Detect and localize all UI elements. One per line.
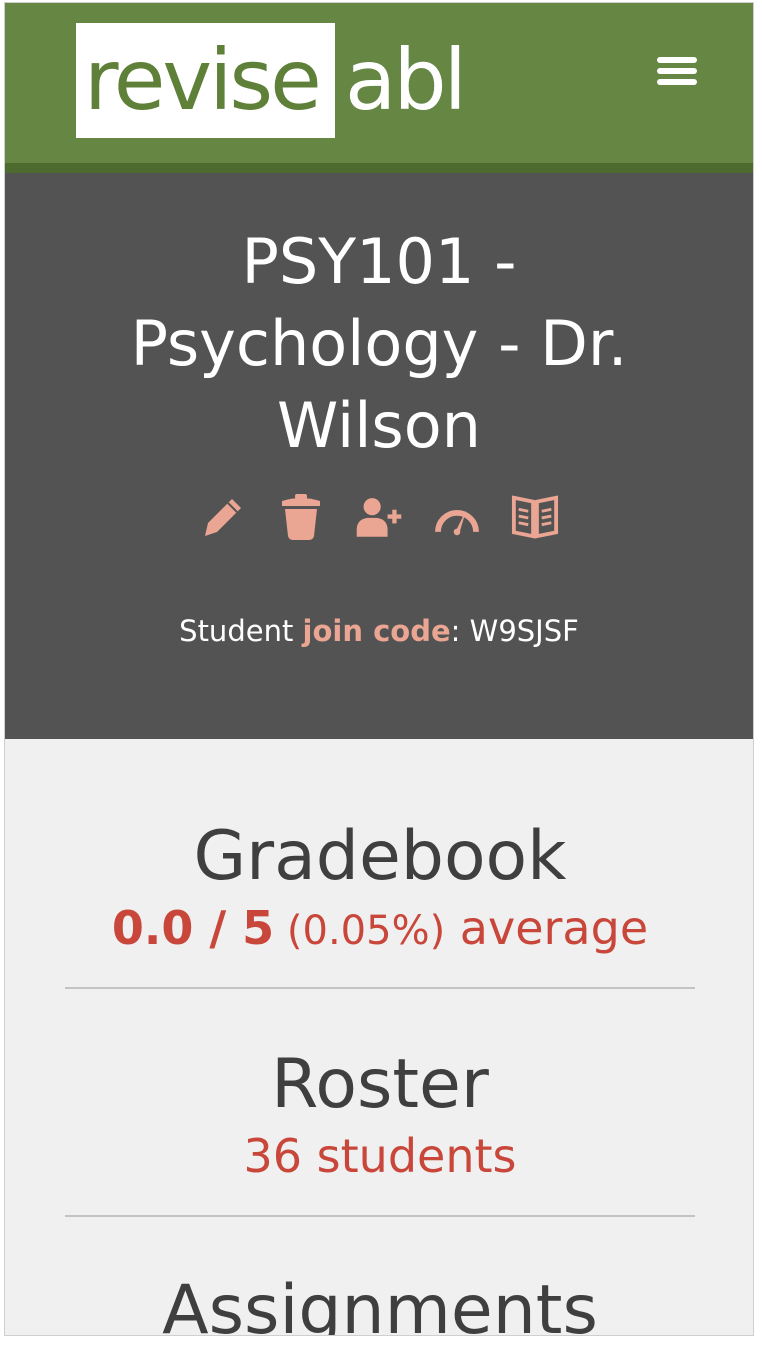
join-code-value: W9SJSF xyxy=(469,614,579,648)
join-code-line: Student join code: W9SJSF xyxy=(5,611,753,651)
logo[interactable]: revise abl xyxy=(76,23,467,138)
pencil-icon[interactable] xyxy=(199,491,247,543)
trash-icon[interactable] xyxy=(277,491,325,543)
section-divider xyxy=(65,987,695,989)
gradebook-title: Gradebook xyxy=(193,817,567,896)
join-code-separator: : xyxy=(450,614,470,648)
speedometer-icon[interactable] xyxy=(433,491,481,543)
roster-title: Roster xyxy=(271,1045,489,1124)
gradebook-suffix: average xyxy=(445,901,649,955)
roster-count: 36 students xyxy=(243,1129,517,1183)
join-code-link[interactable]: join code xyxy=(303,614,451,648)
gradebook-section[interactable]: Gradebook 0.0 / 5 (0.05%) average xyxy=(65,815,695,960)
gradebook-average: 0.0 / 5 (0.05%) average xyxy=(65,899,695,960)
logo-text-abl: abl xyxy=(344,31,467,129)
course-header: PSY101 - Psychology - Dr. Wilson Student… xyxy=(5,173,753,739)
roster-section[interactable]: Roster 36 students xyxy=(65,1043,695,1185)
app-frame: revise abl PSY101 - Psychology - Dr. Wil… xyxy=(4,2,754,1336)
section-divider xyxy=(65,1215,695,1217)
book-icon[interactable] xyxy=(511,491,559,543)
gradebook-percent: (0.05%) xyxy=(274,908,446,954)
gradebook-score: 0.0 / 5 xyxy=(111,901,275,955)
course-title: PSY101 - Psychology - Dr. Wilson xyxy=(130,225,628,462)
hamburger-menu-icon[interactable] xyxy=(655,53,699,89)
assignments-section[interactable]: Assignments xyxy=(65,1269,695,1336)
assignments-title: Assignments xyxy=(162,1271,598,1336)
top-bar-stripe xyxy=(5,163,753,173)
logo-text-revise: revise xyxy=(76,23,335,138)
top-bar: revise abl xyxy=(5,3,753,163)
join-code-prefix: Student xyxy=(179,614,303,648)
course-actions xyxy=(5,491,753,543)
course-sections: Gradebook 0.0 / 5 (0.05%) average Roster… xyxy=(5,739,753,1336)
add-user-icon[interactable] xyxy=(355,491,403,543)
